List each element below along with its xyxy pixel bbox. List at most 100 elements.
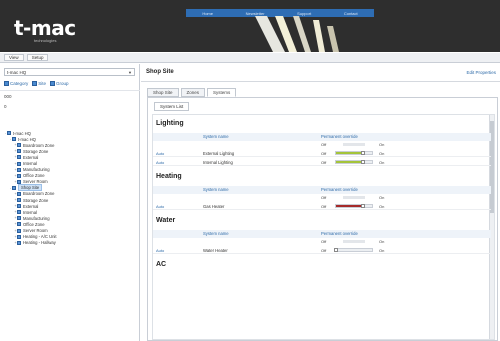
logo: t-mac: [14, 16, 76, 40]
menu-view[interactable]: View: [4, 54, 24, 61]
folder-icon: [17, 216, 21, 221]
main-pane: Shop Site Edit Properties Shop Site Zone…: [141, 64, 500, 341]
tab-systems[interactable]: Systems: [207, 88, 237, 97]
tree-item[interactable]: + Heating - Hallway: [4, 240, 136, 246]
tree-item-label: Office Zone: [23, 221, 45, 227]
tree-item-label: Storage Zone: [23, 197, 49, 203]
folder-icon: [17, 155, 21, 160]
tree-item-label: Manufacturing: [23, 167, 50, 173]
tree-item-label: Boardroom Zone: [23, 191, 55, 197]
off-label: Off: [321, 248, 327, 253]
group-button[interactable]: Group: [50, 80, 69, 86]
folder-icon: [17, 173, 21, 178]
slider-fill: [336, 205, 363, 207]
off-label: Off: [321, 204, 327, 209]
slider-fill: [336, 161, 363, 163]
tab-system-list[interactable]: System List: [154, 102, 190, 111]
folder-icon: [17, 222, 21, 227]
off-label: Off: [321, 160, 327, 165]
page-title: Shop Site: [146, 69, 174, 75]
section-heading: Heating: [156, 173, 182, 180]
folder-icon: [12, 185, 16, 190]
column-system-name: System name: [203, 231, 229, 236]
category-button[interactable]: Category: [4, 80, 28, 86]
folder-icon: [17, 191, 21, 196]
folder-icon: [12, 137, 16, 142]
slider-handle[interactable]: [361, 204, 365, 208]
on-label: On: [379, 151, 385, 156]
status-link[interactable]: Auto: [156, 248, 164, 253]
override-slider[interactable]: [334, 248, 373, 252]
folder-icon: [17, 210, 21, 215]
site-tree: - t-mac HQ - t-mac HQ + Boardroom Zone + Storag…: [4, 130, 136, 246]
system-row: Auto External Lighting Off On: [153, 149, 491, 157]
nav-contact[interactable]: Contact: [344, 11, 358, 16]
site-select-value: t-mac HQ: [7, 70, 27, 75]
site-select[interactable]: t-mac HQ ▼: [4, 68, 135, 76]
tree-item-label: External: [23, 203, 39, 209]
tab-bar: Shop Site Zones Systems: [147, 88, 237, 97]
tree-item-label: Internal: [23, 161, 37, 167]
override-slider[interactable]: [335, 204, 373, 208]
column-system-name: System name: [203, 187, 229, 192]
section-heading: Lighting: [156, 120, 184, 127]
tree-item-label: Heating - A/C Unit: [23, 234, 57, 240]
system-row: Auto Internal Lighting Off On: [153, 158, 491, 166]
tree-item-label: Internal: [23, 209, 37, 215]
tab-zones[interactable]: Zones: [180, 88, 206, 97]
site-label: Site: [38, 80, 47, 86]
category-icon: [4, 80, 9, 86]
column-header: System name Permanent override: [153, 133, 491, 141]
scale-off-label: Off: [321, 195, 327, 200]
site-icon: [32, 80, 38, 86]
slider-handle[interactable]: [361, 151, 365, 155]
tree-label-b: 0: [4, 104, 7, 109]
tree-item-label: Manufacturing: [23, 215, 50, 221]
tree-item-label: Server Room: [23, 228, 48, 234]
section-heading: AC: [156, 261, 167, 268]
override-slider[interactable]: [335, 160, 373, 164]
scale-track: [343, 196, 365, 199]
override-slider[interactable]: [335, 151, 373, 155]
logo-tagline: technologies: [34, 38, 57, 43]
tree-label-a: 000: [4, 94, 12, 99]
group-icon: [50, 80, 56, 86]
slider-fill: [336, 152, 363, 154]
section-heading: Water: [156, 217, 176, 224]
on-label: On: [379, 248, 385, 253]
nav-newsletter[interactable]: Newsletter: [246, 11, 265, 16]
column-permanent-override: Permanent override: [321, 231, 358, 236]
systems-panel: System List Lighting System name Permanent…: [147, 97, 498, 341]
divider: [141, 81, 500, 82]
edit-properties-link[interactable]: Edit Properties: [466, 70, 496, 75]
folder-icon: [17, 167, 21, 172]
tree-item-label: Storage Zone: [23, 148, 49, 154]
tree-item-label: t-mac HQ: [13, 130, 31, 136]
tree-item-label: Heating - Hallway: [23, 240, 56, 246]
chevron-down-icon[interactable]: ▼: [128, 69, 132, 76]
scale-off-label: Off: [321, 142, 327, 147]
tree-item-label: Shop Site: [18, 184, 43, 192]
status-link[interactable]: Auto: [156, 204, 164, 209]
site-tree-pane: t-mac HQ ▼ Category Site Group 000 0 - t-…: [0, 64, 140, 341]
column-header: System name Permanent override: [153, 230, 491, 238]
menu-bar: View Setup: [0, 53, 500, 63]
system-row: Auto Water Heater Off On: [153, 246, 491, 254]
override-scale-header: Off On: [153, 142, 491, 148]
nav-home[interactable]: Home: [202, 11, 213, 16]
status-link[interactable]: Auto: [156, 151, 164, 156]
folder-icon: [17, 204, 21, 209]
menu-setup[interactable]: Setup: [26, 54, 49, 61]
slider-handle[interactable]: [334, 248, 338, 252]
banner-artwork: [255, 16, 339, 52]
header-banner: t-mac technologies Home Newsletter Suppo…: [0, 0, 500, 52]
site-button[interactable]: Site: [32, 80, 47, 86]
group-label: Group: [56, 80, 69, 86]
slider-handle[interactable]: [361, 160, 365, 164]
system-name: Gas Heater: [203, 204, 225, 209]
tab-shop-site[interactable]: Shop Site: [147, 88, 179, 97]
nav-support[interactable]: Support: [297, 11, 311, 16]
folder-icon: [17, 179, 21, 184]
scale-track: [343, 143, 365, 146]
status-link[interactable]: Auto: [156, 160, 164, 165]
